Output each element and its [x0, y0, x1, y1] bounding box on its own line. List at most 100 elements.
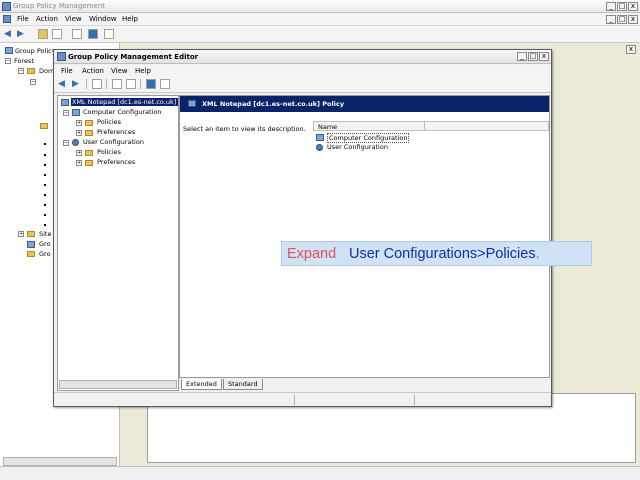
editor-toolbar: ◀ ▶ — [54, 77, 551, 93]
editor-title: Group Policy Management Editor — [68, 53, 199, 61]
outer-tree-horizontal-scrollbar[interactable] — [3, 457, 117, 466]
name-column-header[interactable]: Name — [313, 121, 549, 131]
editor-main-header-title: XML Notepad [dc1.es-net.co.uk] Policy — [202, 100, 345, 108]
outer-title-bar: Group Policy Management _ □ x — [0, 0, 640, 13]
tree-forest-label[interactable]: Forest — [14, 57, 34, 65]
folder-up-icon[interactable] — [38, 29, 48, 39]
tree-computer-config[interactable]: Computer Configuration — [83, 108, 161, 116]
gp-modeling-icon — [27, 241, 35, 248]
tree-computer-policies[interactable]: Policies — [97, 118, 121, 126]
outer-pane-close-button[interactable]: x — [626, 45, 636, 54]
back-arrow-icon[interactable]: ◀ — [4, 30, 11, 39]
editor-show-tree-icon[interactable] — [112, 79, 122, 89]
editor-title-bar: Group Policy Management Editor _ □ x — [54, 50, 551, 64]
properties-icon[interactable] — [104, 29, 114, 39]
editor-back-arrow-icon[interactable]: ◀ — [58, 80, 65, 89]
outer-maximize-button[interactable]: □ — [617, 2, 627, 11]
description-text: Select an item to view its description. — [183, 125, 306, 133]
tree-user-policies[interactable]: Policies — [97, 148, 121, 156]
mdi-restore-button[interactable]: □ — [617, 15, 627, 24]
computer-policies-expander[interactable]: + — [76, 120, 82, 126]
editor-help-icon[interactable] — [146, 79, 156, 89]
domain-expander[interactable]: − — [30, 79, 36, 85]
list-item-user-config[interactable]: User Configuration — [327, 143, 388, 151]
domains-folder-icon — [27, 68, 35, 74]
user-config-icon — [72, 139, 79, 146]
user-policies-expander[interactable]: + — [76, 150, 82, 156]
status-separator — [294, 395, 295, 405]
domains-expander[interactable]: − — [18, 68, 24, 74]
editor-properties-icon[interactable] — [160, 79, 170, 89]
tree-root-label[interactable]: Group Policy — [15, 47, 56, 55]
gpo-header-icon — [188, 100, 196, 107]
computer-config-expander[interactable]: − — [63, 110, 69, 116]
toolbar-separator — [106, 79, 107, 89]
tree-sites-label[interactable]: Site — [39, 230, 51, 238]
tree-user-config[interactable]: User Configuration — [83, 138, 144, 146]
user-config-expander[interactable]: − — [63, 140, 69, 146]
tree-computer-preferences[interactable]: Preferences — [97, 128, 135, 136]
help-icon[interactable] — [88, 29, 98, 39]
tab-extended[interactable]: Extended — [181, 379, 222, 390]
menu-view[interactable]: View — [65, 15, 82, 23]
gpm-app-icon — [2, 2, 11, 11]
mdi-minimize-button[interactable]: _ — [606, 15, 616, 24]
menu-action[interactable]: Action — [36, 15, 58, 23]
hint-prefix: Expand — [287, 246, 337, 262]
outer-minimize-button[interactable]: _ — [606, 2, 616, 11]
editor-export-icon[interactable] — [126, 79, 136, 89]
tree-bullet — [44, 174, 46, 176]
name-column-label: Name — [318, 123, 338, 131]
editor-menu-view[interactable]: View — [111, 67, 128, 75]
editor-up-icon[interactable] — [92, 79, 102, 89]
editor-close-button[interactable]: x — [539, 52, 549, 61]
column-divider[interactable] — [424, 122, 425, 131]
forward-arrow-icon[interactable]: ▶ — [17, 30, 24, 39]
user-preferences-folder-icon — [85, 160, 93, 166]
hint-suffix: . — [535, 246, 540, 262]
tree-bullet — [44, 214, 46, 216]
sites-folder-icon — [27, 231, 35, 237]
editor-menu-action[interactable]: Action — [82, 67, 104, 75]
refresh-icon[interactable] — [72, 29, 82, 39]
tree-gro1-label[interactable]: Gro — [39, 240, 51, 248]
editor-minimize-button[interactable]: _ — [517, 52, 527, 61]
hint-target-text: User Configurations>Policies — [349, 246, 536, 262]
editor-main-pane: XML Notepad [dc1.es-net.co.uk] Policy Se… — [179, 95, 550, 378]
show-hide-tree-icon[interactable] — [52, 29, 62, 39]
list-computer-config-icon — [316, 134, 324, 141]
outer-status-bar — [0, 466, 640, 480]
forest-expander[interactable]: − — [5, 58, 11, 64]
gpm-root-icon — [5, 47, 13, 54]
computer-preferences-expander[interactable]: + — [76, 130, 82, 136]
tree-user-preferences[interactable]: Preferences — [97, 158, 135, 166]
tab-standard[interactable]: Standard — [223, 379, 263, 390]
menu-file[interactable]: File — [17, 15, 29, 23]
user-preferences-expander[interactable]: + — [76, 160, 82, 166]
menu-help[interactable]: Help — [122, 15, 138, 23]
user-policies-folder-icon — [85, 150, 93, 156]
sites-expander[interactable]: + — [18, 231, 24, 237]
editor-forward-arrow-icon[interactable]: ▶ — [72, 80, 79, 89]
tree-bullet — [44, 224, 46, 226]
system-menu-icon[interactable] — [3, 15, 11, 23]
computer-preferences-folder-icon — [85, 130, 93, 136]
editor-tree-pane: XML Notepad [dc1.es-net.co.uk] Po − Comp… — [57, 95, 179, 391]
editor-menu-file[interactable]: File — [61, 67, 73, 75]
outer-close-button[interactable]: x — [628, 2, 638, 11]
editor-tree-horizontal-scrollbar[interactable] — [59, 380, 177, 389]
tree-bullet — [44, 194, 46, 196]
list-item-computer-config[interactable]: Computer Configuration — [327, 133, 410, 143]
tree-gro2-label[interactable]: Gro — [39, 250, 51, 258]
outer-menu-bar: File Action View Window Help _ □ x — [0, 13, 640, 26]
editor-menu-help[interactable]: Help — [135, 67, 151, 75]
gp-results-icon — [27, 251, 35, 257]
tree-gpo-root[interactable]: XML Notepad [dc1.es-net.co.uk] Po — [71, 98, 178, 106]
editor-maximize-button[interactable]: □ — [528, 52, 538, 61]
toolbar-separator — [86, 79, 87, 89]
menu-window[interactable]: Window — [89, 15, 117, 23]
mdi-close-button[interactable]: x — [628, 15, 638, 24]
tree-bullet — [44, 184, 46, 186]
outer-toolbar: ◀ ▶ — [0, 26, 640, 43]
domain-folder-icon — [40, 123, 48, 129]
